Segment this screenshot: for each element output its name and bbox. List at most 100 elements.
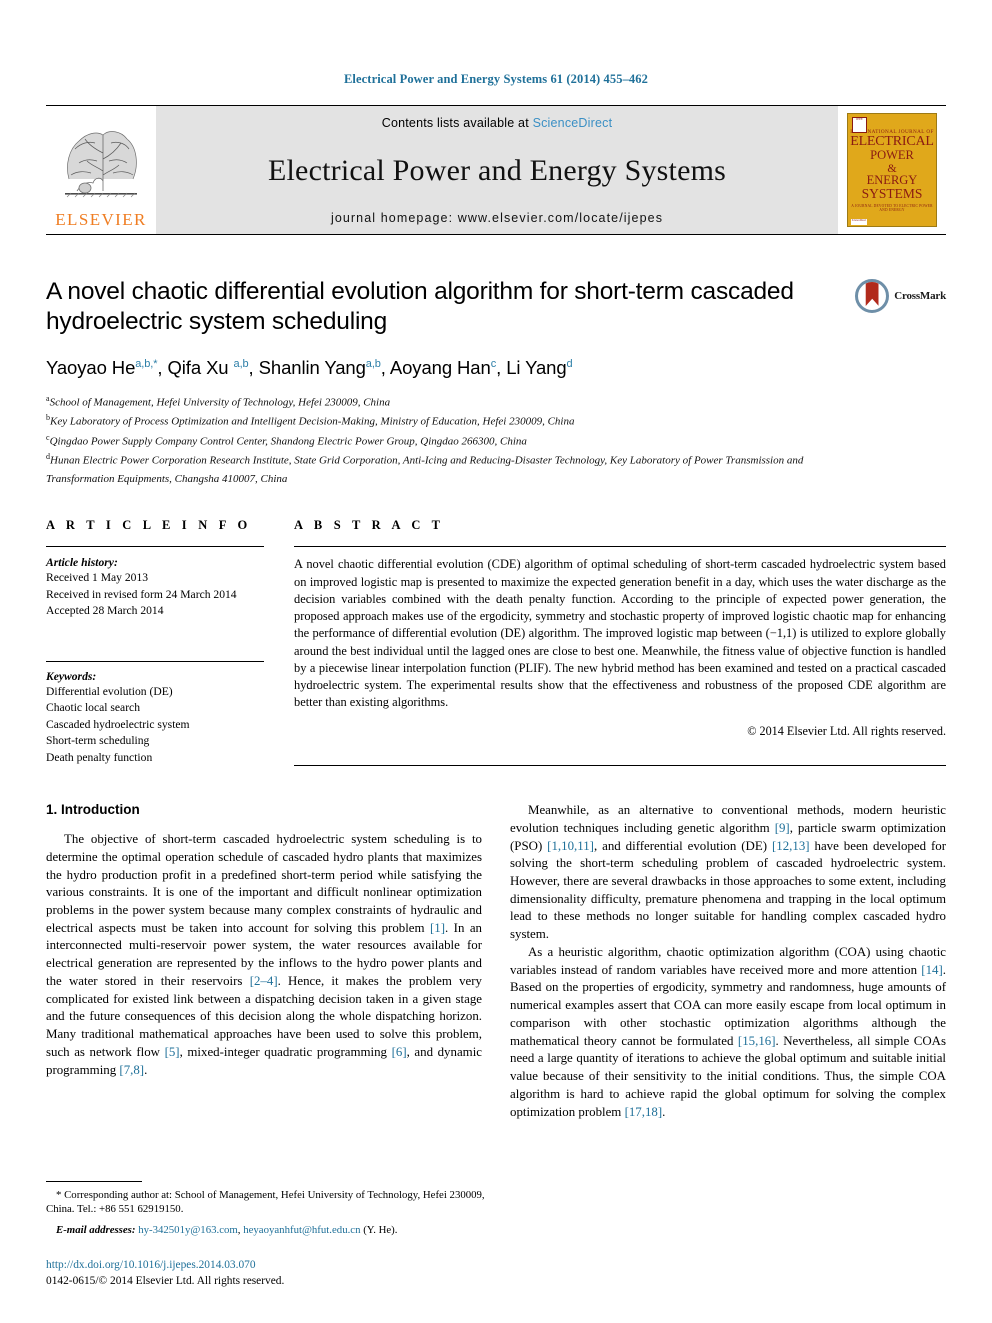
keyword-item: Cascaded hydroelectric system <box>46 717 190 731</box>
author-list: Yaoyao Hea,b,*, Qifa Xu a,b, Shanlin Yan… <box>46 356 573 378</box>
keywords-heading: Keywords: <box>46 669 97 683</box>
article-history-item: Accepted 28 March 2014 <box>46 604 164 618</box>
article-info-label: A R T I C L E I N F O <box>46 518 252 533</box>
author-entry: Aoyang Hanc <box>390 357 496 378</box>
sciencedirect-link[interactable]: ScienceDirect <box>533 116 613 130</box>
cover-publisher-mark: IEEE <box>852 117 867 133</box>
corresponding-author-note: * Corresponding author at: School of Man… <box>46 1188 490 1218</box>
author-marks: a,b,* <box>135 357 158 370</box>
divider <box>294 764 946 766</box>
affiliation-text: School of Management, Hefei University o… <box>49 396 391 409</box>
divider <box>46 546 264 548</box>
keyword-item: Short-term scheduling <box>46 734 150 748</box>
affiliation-text: Qingdao Power Supply Company Control Cen… <box>49 435 527 448</box>
citation-reference[interactable]: [7,8] <box>119 1063 144 1077</box>
journal-masthead: ELSEVIER Contents lists available at Sci… <box>46 105 946 235</box>
abstract-copyright: © 2014 Elsevier Ltd. All rights reserved… <box>747 723 946 738</box>
affiliation-list: aSchool of Management, Hefei University … <box>46 393 826 489</box>
doi-block: http://dx.doi.org/10.1016/j.ijepes.2014.… <box>46 1258 490 1289</box>
author-marks: d <box>566 357 573 370</box>
author-entry: Li Yangd <box>506 357 572 378</box>
affiliation-text: Hunan Electric Power Corporation Researc… <box>46 454 804 485</box>
author-marks: a,b <box>365 357 381 370</box>
cover-line-1: ELECTRICAL <box>850 134 934 149</box>
citation-reference[interactable]: [12,13] <box>772 839 810 853</box>
crossmark-label: CrossMark <box>894 290 946 302</box>
affiliation-item: bKey Laboratory of Process Optimization … <box>46 412 826 431</box>
email-link-1[interactable]: hy-342501y@163.com <box>138 1224 238 1236</box>
elsevier-tree-icon <box>59 119 143 211</box>
author-name: Qifa Xu <box>167 356 229 378</box>
citation-reference[interactable]: [15,16] <box>738 1034 776 1048</box>
article-history-item: Received 1 May 2013 <box>46 571 149 585</box>
citation-reference[interactable]: [1,10,11] <box>547 839 594 853</box>
email-label: E-mail addresses: <box>56 1224 136 1237</box>
issn-copyright: 0142-0615/© 2014 Elsevier Ltd. All right… <box>46 1274 285 1287</box>
journal-title: Electrical Power and Energy Systems <box>268 153 726 187</box>
affiliation-text: Key Laboratory of Process Optimization a… <box>50 415 575 428</box>
author-entry: Shanlin Yanga,b <box>259 357 381 378</box>
page-title: A novel chaotic differential evolution a… <box>46 278 794 335</box>
author-name: Aoyang Han <box>389 356 491 378</box>
running-head: Electrical Power and Energy Systems 61 (… <box>344 72 648 86</box>
contents-prefix: Contents lists available at <box>381 116 529 130</box>
author-marks: c <box>490 357 497 370</box>
journal-homepage-link[interactable]: journal homepage: www.elsevier.com/locat… <box>331 211 663 225</box>
paper-page: Electrical Power and Energy Systems 61 (… <box>0 0 992 1323</box>
author-entry: Yaoyao Hea,b,* <box>46 356 158 378</box>
corresponding-author-marker: * <box>56 1188 62 1201</box>
contents-lists-line: Contents lists available at ScienceDirec… <box>382 116 613 130</box>
citation-reference[interactable]: [14] <box>921 963 942 977</box>
body-column-right: Meanwhile, as an alternative to conventi… <box>510 802 946 1121</box>
author-name: Shanlin Yang <box>258 356 366 378</box>
elsevier-wordmark: ELSEVIER <box>55 210 147 229</box>
affiliation-item: dHunan Electric Power Corporation Resear… <box>46 451 826 488</box>
body-paragraph: Meanwhile, as an alternative to conventi… <box>510 803 947 942</box>
abstract-column: A B S T R A C T A novel chaotic differen… <box>294 518 946 766</box>
keyword-item: Chaotic local search <box>46 701 140 715</box>
crossmark-icon <box>855 279 890 313</box>
article-history-item: Received in revised form 24 March 2014 <box>46 587 237 601</box>
article-history-heading: Article history: <box>46 556 118 570</box>
citation-reference[interactable]: [5] <box>165 1045 180 1059</box>
divider <box>46 660 264 662</box>
corresponding-author-text: Corresponding author at: School of Manag… <box>46 1188 485 1216</box>
citation-reference[interactable]: [1] <box>430 921 445 935</box>
author-entry: Qifa Xu a,b <box>168 357 249 378</box>
email-link-2[interactable]: heyaoyanhfut@hfut.edu.cn <box>243 1224 360 1236</box>
cover-footer-badge: ScienceDirect <box>851 219 867 225</box>
cover-line-5: SYSTEMS <box>861 186 923 202</box>
divider <box>294 546 946 548</box>
section-heading-introduction: 1. Introduction <box>46 802 140 818</box>
doi-link[interactable]: http://dx.doi.org/10.1016/j.ijepes.2014.… <box>46 1258 490 1273</box>
affiliation-item: aSchool of Management, Hefei University … <box>46 393 826 412</box>
email-note: E-mail addresses: hy-342501y@163.com, he… <box>56 1224 398 1237</box>
author-marks: a,b <box>233 357 249 370</box>
keyword-item: Death penalty function <box>46 750 153 764</box>
journal-cover-cell: IEEE INTERNATIONAL JOURNAL OF ELECTRICAL… <box>838 106 946 234</box>
footnote-divider <box>46 1180 142 1182</box>
body-column-left: 1. Introduction The objective of short-t… <box>46 802 482 1121</box>
body-paragraph: As a heuristic algorithm, chaotic optimi… <box>510 944 946 1119</box>
abstract-text: A novel chaotic differential evolution (… <box>294 557 946 710</box>
affiliation-item: cQingdao Power Supply Company Control Ce… <box>46 432 826 451</box>
citation-reference[interactable]: [9] <box>775 821 790 835</box>
journal-cover-image: IEEE INTERNATIONAL JOURNAL OF ELECTRICAL… <box>847 113 937 227</box>
article-info-column: A R T I C L E I N F O Article history: R… <box>46 518 264 766</box>
author-name: Yaoyao He <box>46 356 136 378</box>
elsevier-logo: ELSEVIER <box>46 106 156 234</box>
citation-reference[interactable]: [17,18] <box>625 1105 663 1119</box>
abstract-label: A B S T R A C T <box>294 518 445 533</box>
crossmark-badge-group[interactable]: CrossMark <box>855 279 946 313</box>
citation-reference[interactable]: [6] <box>392 1045 407 1059</box>
keyword-item: Differential evolution (DE) <box>46 684 173 698</box>
cover-subtitle: A JOURNAL DEVOTED TO ELECTRIC POWER AND … <box>851 204 933 213</box>
email-suffix: (Y. He). <box>363 1224 398 1237</box>
info-abstract-row: A R T I C L E I N F O Article history: R… <box>46 518 946 766</box>
body-columns: 1. Introduction The objective of short-t… <box>46 802 946 1121</box>
citation-reference[interactable]: [2–4] <box>250 974 278 988</box>
masthead-center-band: Contents lists available at ScienceDirec… <box>156 106 838 234</box>
title-block: A novel chaotic differential evolution a… <box>46 277 946 488</box>
footnote-area: * Corresponding author at: School of Man… <box>46 1180 490 1289</box>
